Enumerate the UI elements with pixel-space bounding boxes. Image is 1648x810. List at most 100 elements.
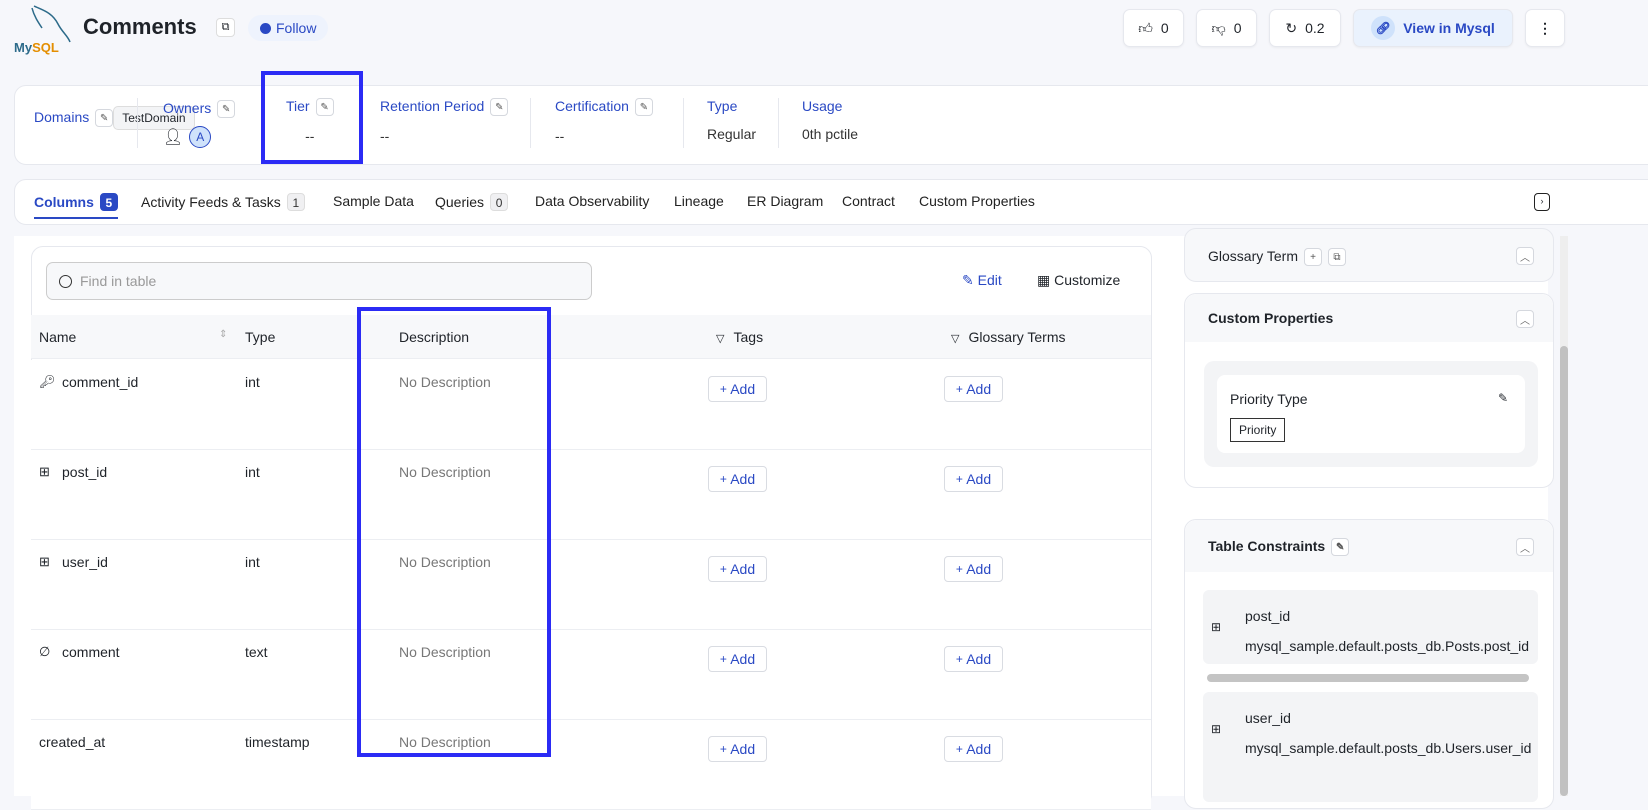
table-row: ⊞ post_id int No Description + Add + Add <box>31 450 1151 540</box>
add-tag-button[interactable]: + Add <box>708 736 767 762</box>
edit-button[interactable]: ✎ Edit <box>962 272 1002 289</box>
view-in-mysql-button[interactable]: 🔗︎ View in Mysql <box>1353 9 1513 47</box>
edit-constraints-icon[interactable]: ✎ <box>1331 538 1350 557</box>
tab-er-diagram[interactable]: ER Diagram <box>747 193 823 209</box>
column-type: timestamp <box>245 734 310 750</box>
constraint-scrollbar[interactable] <box>1207 674 1529 682</box>
panel-toggle-icon[interactable]: › <box>1534 193 1550 211</box>
tab-data-observability[interactable]: Data Observability <box>535 193 649 209</box>
null-icon: ∅ <box>39 644 51 659</box>
tab-columns[interactable]: Columns 5 <box>34 193 118 219</box>
constraint-column: user_id <box>1245 710 1291 726</box>
link-icon: 🔗︎ <box>1371 16 1396 40</box>
sort-icon[interactable]: ⇕ <box>219 329 227 340</box>
constraint-reference[interactable]: mysql_sample.default.posts_db.Users.user… <box>1245 740 1531 756</box>
version-button[interactable]: ↻ 0.2 <box>1269 9 1341 47</box>
column-name[interactable]: comment <box>62 644 120 660</box>
column-type: int <box>245 464 260 480</box>
collapse-icon[interactable]: ︿ <box>1516 538 1534 556</box>
column-name[interactable]: user_id <box>62 554 108 570</box>
edit-owners-icon[interactable]: ✎ <box>217 100 236 119</box>
more-menu-button[interactable]: ⋮ <box>1525 9 1565 47</box>
key-icon: 🔑︎ <box>39 374 56 389</box>
table-constraints-label: Table Constraints ✎ <box>1208 538 1350 557</box>
customize-icon: ▦ <box>1037 272 1055 288</box>
mysql-logo: MySQL <box>12 2 72 58</box>
owners-section: Owners ✎ 👤︎ A <box>163 100 236 149</box>
add-tag-button[interactable]: + Add <box>708 556 767 582</box>
add-tag-button[interactable]: + Add <box>708 376 767 402</box>
add-glossary-term-button[interactable]: + Add <box>944 646 1003 672</box>
collapse-icon[interactable]: ︿ <box>1516 310 1534 328</box>
col-glossary-header[interactable]: ▽ Glossary Terms <box>951 329 1066 345</box>
filter-icon[interactable]: ▽ <box>716 333 728 345</box>
table-row: ⊞ user_id int No Description + Add + Add <box>31 540 1151 630</box>
refresh-icon: ↻ <box>1285 19 1298 36</box>
col-tags-header[interactable]: ▽ Tags <box>716 329 763 345</box>
tab-activity-feeds[interactable]: Activity Feeds & Tasks 1 <box>141 193 305 211</box>
retention-section: Retention Period ✎ -- <box>380 98 509 144</box>
type-section: Type Regular <box>707 98 757 142</box>
usage-section: Usage 0th pctile <box>802 98 859 142</box>
custom-properties-label: Custom Properties <box>1208 310 1334 326</box>
edit-certification-icon[interactable]: ✎ <box>634 98 653 117</box>
foreign-key-icon: ⊞ <box>1211 620 1222 634</box>
column-type: int <box>245 554 260 570</box>
search-icon <box>59 274 72 288</box>
copy-glossary-icon[interactable]: ⧉ <box>1327 248 1346 267</box>
page-title: Comments <box>83 14 197 39</box>
add-tag-button[interactable]: + Add <box>708 466 767 492</box>
foreign-key-icon: ⊞ <box>39 464 50 479</box>
add-glossary-term-button[interactable]: + Add <box>944 556 1003 582</box>
edit-priority-icon[interactable]: ✎ <box>1498 391 1508 405</box>
tab-lineage[interactable]: Lineage <box>674 193 724 209</box>
customize-button[interactable]: ▦ Customize <box>1037 272 1120 289</box>
priority-type-label: Priority Type <box>1230 391 1308 407</box>
add-glossary-term-button[interactable]: + Add <box>944 466 1003 492</box>
tab-custom-properties[interactable]: Custom Properties <box>919 193 1035 209</box>
add-glossary-term-button[interactable]: + Add <box>944 376 1003 402</box>
kebab-icon: ⋮ <box>1538 19 1552 36</box>
priority-value: Priority <box>1230 418 1286 442</box>
tab-queries[interactable]: Queries 0 <box>435 193 509 211</box>
glossary-term-label: Glossary Term + ⧉ <box>1208 248 1346 267</box>
foreign-key-icon: ⊞ <box>1211 722 1222 736</box>
copy-icon[interactable]: ⧉ <box>216 18 235 37</box>
thumbs-up-icon: 👍︎ <box>1138 19 1153 36</box>
dislike-button[interactable]: 👎︎ 0 <box>1196 9 1257 47</box>
col-type-header: Type <box>245 329 276 345</box>
col-name-header[interactable]: Name ⇕ <box>39 329 227 345</box>
add-glossary-term-button[interactable]: + Add <box>944 736 1003 762</box>
certification-section: Certification ✎ -- <box>555 98 653 144</box>
constraint-item: ⊞ post_id mysql_sample.default.posts_db.… <box>1203 590 1538 664</box>
column-name[interactable]: comment_id <box>62 374 138 390</box>
constraint-item: ⊞ user_id mysql_sample.default.posts_db.… <box>1203 692 1538 802</box>
add-glossary-icon[interactable]: + <box>1303 248 1322 267</box>
edit-retention-icon[interactable]: ✎ <box>490 98 509 117</box>
highlight-box <box>357 307 551 757</box>
thumbs-down-icon: 👎︎ <box>1211 19 1226 36</box>
page-scrollbar[interactable] <box>1560 236 1568 796</box>
constraint-column: post_id <box>1245 608 1291 624</box>
column-type: int <box>245 374 260 390</box>
column-type: text <box>245 644 268 660</box>
follow-button[interactable]: Follow <box>248 15 329 41</box>
filter-icon[interactable]: ▽ <box>951 333 963 345</box>
collapse-icon[interactable]: ︿ <box>1516 247 1534 265</box>
column-name[interactable]: post_id <box>62 464 107 480</box>
user-icon: 👤︎ <box>163 129 184 147</box>
owner-avatar[interactable]: A <box>189 126 212 149</box>
tab-contract[interactable]: Contract <box>842 193 895 209</box>
tab-sample-data[interactable]: Sample Data <box>333 193 414 209</box>
constraint-reference[interactable]: mysql_sample.default.posts_db.Posts.post… <box>1245 638 1529 654</box>
search-input[interactable]: Find in table <box>46 262 592 300</box>
highlight-box <box>261 71 363 164</box>
like-button[interactable]: 👍︎ 0 <box>1123 9 1184 47</box>
column-name[interactable]: created_at <box>39 734 105 750</box>
edit-domains-icon[interactable]: ✎ <box>95 109 114 128</box>
pencil-icon: ✎ <box>962 272 978 288</box>
table-row: created_at timestamp No Description + Ad… <box>31 720 1151 810</box>
add-tag-button[interactable]: + Add <box>708 646 767 672</box>
foreign-key-icon: ⊞ <box>39 554 50 569</box>
star-icon <box>260 22 271 34</box>
